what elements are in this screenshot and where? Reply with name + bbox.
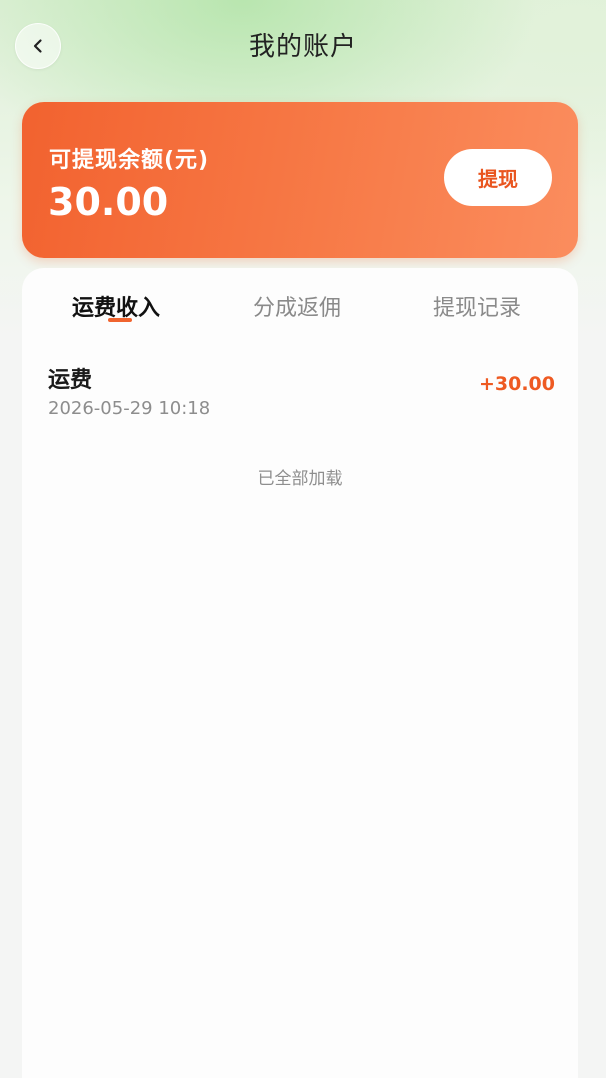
list-item[interactable]: 运费 2026-05-29 10:18 +30.00: [22, 358, 578, 428]
list-end-text: 已全部加载: [257, 469, 343, 489]
balance-card: 可提现余额(元) 30.00 提现: [22, 102, 578, 258]
withdraw-button[interactable]: 提现: [444, 149, 552, 206]
header: 我的账户: [0, 0, 606, 90]
tab-withdrawal-records[interactable]: 提现记录: [433, 290, 521, 322]
tab-commission-rebate[interactable]: 分成返佣: [253, 290, 341, 322]
record-time: 2026-05-29 10:18: [48, 398, 211, 419]
record-title: 运费: [48, 368, 93, 393]
active-tab-indicator: [108, 318, 132, 322]
tab-bar: 运费收入 分成返佣 提现记录: [22, 268, 578, 338]
page-title: 我的账户: [248, 32, 357, 62]
balance-label: 可提现余额(元): [49, 148, 210, 173]
record-amount: +30.00: [478, 373, 555, 395]
records-panel: 运费收入 分成返佣 提现记录 运费 2026-05-29 10:18 +30.0…: [22, 268, 578, 1078]
balance-value: 30.00: [48, 180, 169, 224]
